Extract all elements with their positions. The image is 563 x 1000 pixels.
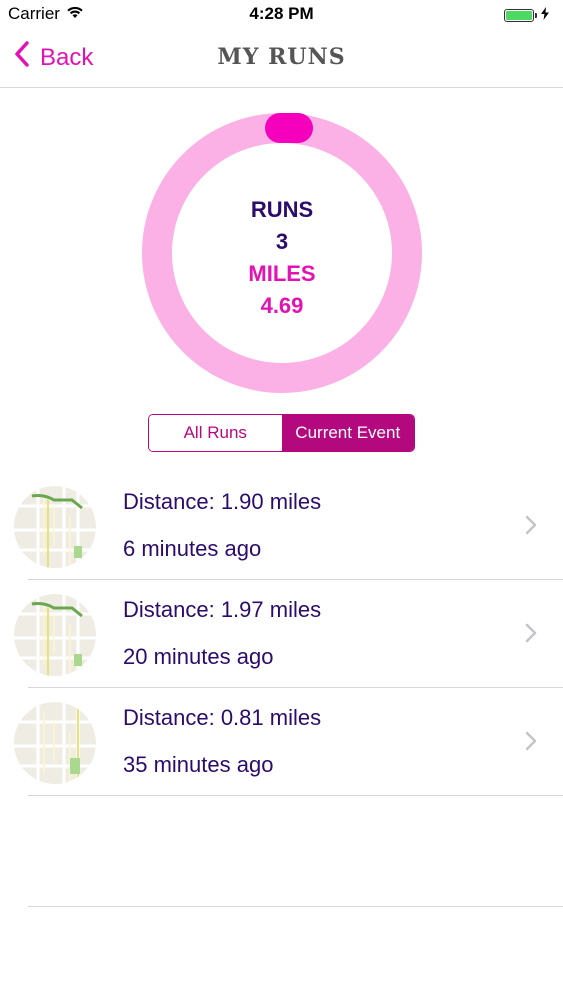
run-distance: Distance: 0.81 miles xyxy=(123,705,322,730)
status-right xyxy=(504,5,549,25)
run-time: 35 minutes ago xyxy=(123,752,274,777)
miles-value: 4.69 xyxy=(260,293,304,318)
summary-ring: RUNS 3 MILES 4.69 xyxy=(141,112,423,394)
chevron-right-icon xyxy=(525,515,537,540)
run-distance: Distance: 1.97 miles xyxy=(123,597,322,622)
empty-row-divider xyxy=(28,906,563,907)
map-thumbnail-icon xyxy=(14,594,96,676)
run-time: 20 minutes ago xyxy=(123,644,274,669)
list-item[interactable]: Distance: 1.90 miles 6 minutes ago xyxy=(0,472,563,580)
list-item[interactable]: Distance: 0.81 miles 35 minutes ago xyxy=(0,688,563,796)
chevron-right-icon xyxy=(525,731,537,756)
runs-label: RUNS xyxy=(250,197,314,222)
map-thumbnail-icon xyxy=(14,702,96,784)
status-time: 4:28 PM xyxy=(249,4,314,23)
runs-value: 3 xyxy=(275,229,289,254)
summary-text: RUNS 3 MILES 4.69 xyxy=(141,194,423,322)
row-divider xyxy=(28,795,563,796)
miles-label: MILES xyxy=(248,261,316,286)
segment-current-event[interactable]: Current Event xyxy=(281,415,414,451)
map-thumbnail-icon xyxy=(14,486,96,568)
charging-icon xyxy=(541,5,549,25)
chevron-right-icon xyxy=(525,623,537,648)
battery-tip xyxy=(535,12,537,18)
segment-all-runs[interactable]: All Runs xyxy=(149,415,282,451)
runs-filter-segmented-control: All Runs Current Event xyxy=(148,414,415,452)
list-item[interactable]: Distance: 1.97 miles 20 minutes ago xyxy=(0,580,563,688)
run-distance: Distance: 1.90 miles xyxy=(123,489,322,514)
run-time: 6 minutes ago xyxy=(123,536,262,561)
runs-list: Distance: 1.90 miles 6 minutes ago Dista… xyxy=(0,472,563,796)
battery-fill xyxy=(506,10,532,20)
page-title: MY RUNS xyxy=(217,44,346,70)
status-bar: Carrier 4:28 PM xyxy=(0,0,563,30)
navigation-bar: Back MY RUNS xyxy=(0,30,563,88)
battery-icon xyxy=(504,8,534,22)
